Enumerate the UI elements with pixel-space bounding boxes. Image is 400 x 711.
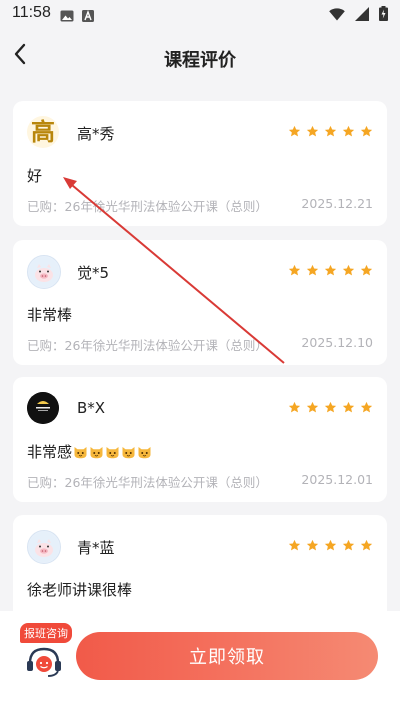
star-icon [324,401,337,413]
review-username: 觉*5 [77,264,110,282]
star-icon [306,264,319,276]
star-icon [324,264,337,276]
status-left-icons [60,7,94,26]
star-icon [342,539,355,551]
app-a-icon [82,7,94,26]
wifi-icon [329,6,345,25]
star-icon [360,125,373,137]
star-icon [306,539,319,551]
signal-icon [355,6,369,25]
review-text-content: 非常感 [27,443,73,461]
star-icon [342,264,355,276]
review-username: B*X [77,399,106,417]
piggy-avatar [27,530,61,564]
dark-logo-avatar [27,392,59,424]
cat-face-emoji [122,447,135,459]
review-text: 徐老师讲课很棒 [27,581,133,599]
review-date: 2025.12.01 [301,472,373,487]
star-rating [288,125,373,138]
review-card: 觉*5 非常棒 已购：26年徐光华刑法体验公开课（总则） 2025.12.10 [13,240,387,365]
cat-face-emoji [106,447,119,459]
star-icon [360,539,373,551]
battery-charging-icon [379,6,388,25]
purchased-course: 已购：26年徐光华刑法体验公开课（总则） [27,338,268,353]
star-icon [306,401,319,413]
star-rating [288,539,373,552]
review-text: 好 [27,167,43,185]
star-icon [288,539,301,551]
character-gao-avatar: 高 [27,116,59,148]
bottom-action-bar: 报班咨询 立即领取 [0,611,400,711]
star-icon [342,125,355,137]
cat-face-emoji [138,447,151,459]
image-icon [60,7,74,26]
cat-face-emoji [90,447,103,459]
review-date: 2025.12.10 [301,335,373,350]
page-title: 课程评价 [164,50,236,71]
status-time: 11:58 [12,4,51,21]
piggy-avatar [27,255,61,289]
review-username: 青*蓝 [77,539,115,557]
star-icon [360,401,373,413]
star-icon [324,539,337,551]
review-username: 高*秀 [77,125,115,143]
star-icon [342,401,355,413]
star-icon [288,125,301,137]
status-bar: 11:58 [0,0,400,28]
star-rating [288,264,373,277]
star-icon [306,125,319,137]
status-right-icons [329,6,388,25]
cat-face-emoji [74,447,87,459]
star-icon [324,125,337,137]
star-rating [288,401,373,414]
purchased-course: 已购：26年徐光华刑法体验公开课（总则） [27,199,268,214]
headset-service-icon [24,643,64,683]
consult-tag: 报班咨询 [20,623,72,643]
review-text: 非常感 [27,441,152,462]
review-card: 高 高*秀 好 已购：26年徐光华刑法体验公开课（总则） 2025.12.21 [13,101,387,226]
avatar-glyph: 高 [31,117,55,146]
review-text: 非常棒 [27,306,73,324]
review-card: B*X 非常感 已购：26年徐光华刑法体验公开课（总则） 2025.12.01 [13,377,387,502]
star-icon [288,264,301,276]
star-icon [360,264,373,276]
purchased-course: 已购：26年徐光华刑法体验公开课（总则） [27,475,268,490]
emoji-row [72,443,152,461]
claim-now-button[interactable]: 立即领取 [76,632,378,680]
review-date: 2025.12.21 [301,196,373,211]
star-icon [288,401,301,413]
consult-button[interactable]: 报班咨询 [20,623,74,681]
page-header: 课程评价 [0,28,400,86]
